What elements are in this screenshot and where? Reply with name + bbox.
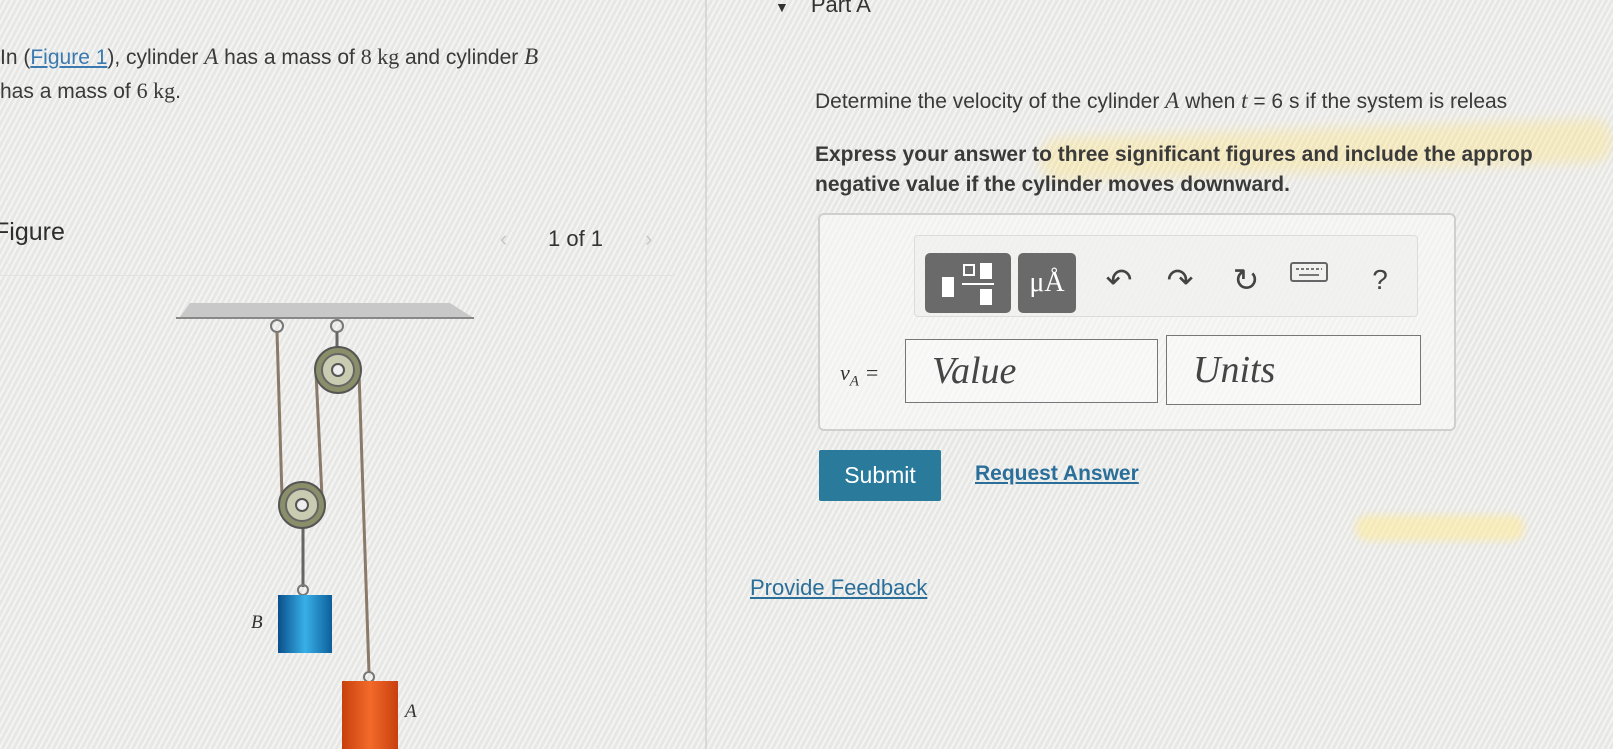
problem-text-3: and cylinder <box>399 46 525 69</box>
problem-pane: In (Figure 1), cylinder A has a mass of … <box>0 0 705 749</box>
question-part-3: = 6 s if the system is releas <box>1247 90 1508 113</box>
cylinder-a-var: A <box>204 44 219 69</box>
part-title: Part A <box>810 0 871 17</box>
problem-text-4: has a mass of <box>0 80 137 103</box>
var-sub-a: A <box>849 373 859 390</box>
keyboard-icon <box>1290 262 1328 282</box>
question-var-a: A <box>1165 88 1180 113</box>
redo-icon[interactable]: ↷ <box>1160 260 1200 300</box>
question-part-1: Determine the velocity of the cylinder <box>815 90 1166 113</box>
mass-b-value: 6 kg <box>136 78 176 103</box>
rope-right <box>357 372 371 674</box>
hook-a <box>363 671 375 683</box>
cylinder-b-var: B <box>524 44 539 69</box>
movable-pulley <box>278 481 326 529</box>
help-button[interactable]: ? <box>1360 260 1400 300</box>
problem-text-end: . <box>175 80 181 103</box>
units-input[interactable] <box>1166 335 1421 405</box>
part-header[interactable]: ▼ Part A <box>775 0 871 18</box>
rope-left <box>275 331 284 498</box>
submit-button[interactable]: Submit <box>819 450 941 501</box>
question-part-2: when <box>1179 90 1242 113</box>
instruction-text: Express your answer to three significant… <box>815 140 1613 200</box>
undo-icon[interactable]: ↶ <box>1099 260 1139 300</box>
anchor-left <box>270 319 284 333</box>
figure-count: 1 of 1 <box>548 226 604 251</box>
equals-sign: = <box>858 360 880 385</box>
request-answer-link[interactable]: Request Answer <box>975 462 1139 486</box>
label-a: A <box>403 701 417 722</box>
keyboard-button[interactable] <box>1290 260 1328 284</box>
rope-middle <box>314 372 324 498</box>
answer-box: μÅ ↶ ↷ ↻ ? vA = <box>818 213 1456 431</box>
fixed-pulley <box>314 346 362 394</box>
problem-statement: In (Figure 1), cylinder A has a mass of … <box>0 40 660 108</box>
anchor-right <box>330 319 344 333</box>
problem-text-2: has a mass of <box>218 46 361 69</box>
question-text: Determine the velocity of the cylinder A… <box>815 88 1507 114</box>
provide-feedback-link[interactable]: Provide Feedback <box>750 575 927 601</box>
answer-variable-label: vA = <box>840 360 879 390</box>
pane-divider <box>705 0 707 749</box>
cylinder-a <box>342 681 398 749</box>
figure-heading: Figure <box>0 218 65 246</box>
problem-text-1: ), cylinder <box>107 46 205 69</box>
fraction-template-icon <box>942 263 994 305</box>
collapse-caret-icon[interactable]: ▼ <box>775 0 789 15</box>
label-b: B <box>251 612 263 633</box>
instruction-line-1: Express your answer to three significant… <box>815 143 1533 166</box>
cylinder-b <box>278 595 332 653</box>
var-v: v <box>840 360 850 385</box>
problem-text-prefix: In ( <box>0 46 31 69</box>
units-button[interactable]: μÅ <box>1018 253 1076 313</box>
instruction-line-2: negative value if the cylinder moves dow… <box>815 173 1290 196</box>
math-toolbar: μÅ ↶ ↷ ↻ ? <box>914 235 1418 317</box>
figure-link[interactable]: Figure 1 <box>30 46 107 69</box>
glare-spot <box>1355 515 1525 541</box>
prev-figure-icon[interactable]: ‹ <box>500 226 507 252</box>
ceiling-hatch <box>180 303 472 317</box>
value-input[interactable] <box>905 339 1158 403</box>
figure-divider <box>0 275 675 276</box>
next-figure-icon[interactable]: › <box>645 226 652 252</box>
fraction-template-button[interactable] <box>925 253 1011 313</box>
mass-a-value: 8 kg <box>360 44 400 69</box>
pulley-figure: B A <box>176 303 474 749</box>
reset-icon[interactable]: ↻ <box>1226 260 1266 300</box>
